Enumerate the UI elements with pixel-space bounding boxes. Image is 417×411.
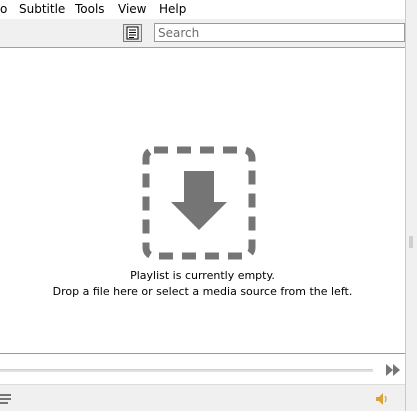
playlist-area[interactable]: Playlist is currently empty. Drop a file… bbox=[0, 48, 405, 354]
menu-item-view[interactable]: View bbox=[118, 2, 146, 16]
fast-forward-icon[interactable] bbox=[386, 364, 400, 376]
volume-icon[interactable] bbox=[376, 393, 389, 405]
splitter-handle[interactable] bbox=[409, 236, 413, 248]
menu-item-subtitle[interactable]: Subtitle bbox=[19, 2, 65, 16]
empty-playlist-message: Playlist is currently empty. bbox=[130, 269, 275, 282]
view-mode-button[interactable] bbox=[123, 24, 142, 42]
menu-item-help[interactable]: Help bbox=[159, 2, 186, 16]
playlist-toolbar bbox=[0, 19, 405, 48]
search-input[interactable] bbox=[154, 23, 405, 42]
seek-slider[interactable] bbox=[0, 369, 373, 372]
list-view-icon bbox=[126, 26, 139, 40]
window-edge bbox=[405, 0, 417, 411]
seek-row bbox=[0, 354, 405, 384]
menu-item-media[interactable]: o bbox=[0, 2, 7, 16]
empty-playlist-hint: Drop a file here or select a media sourc… bbox=[52, 285, 353, 298]
control-bar bbox=[0, 384, 405, 411]
playlist-toggle-icon[interactable] bbox=[0, 393, 12, 405]
menu-bar: o Subtitle Tools View Help bbox=[0, 0, 405, 19]
download-arrow-icon bbox=[142, 146, 256, 260]
menu-item-tools[interactable]: Tools bbox=[75, 2, 105, 16]
